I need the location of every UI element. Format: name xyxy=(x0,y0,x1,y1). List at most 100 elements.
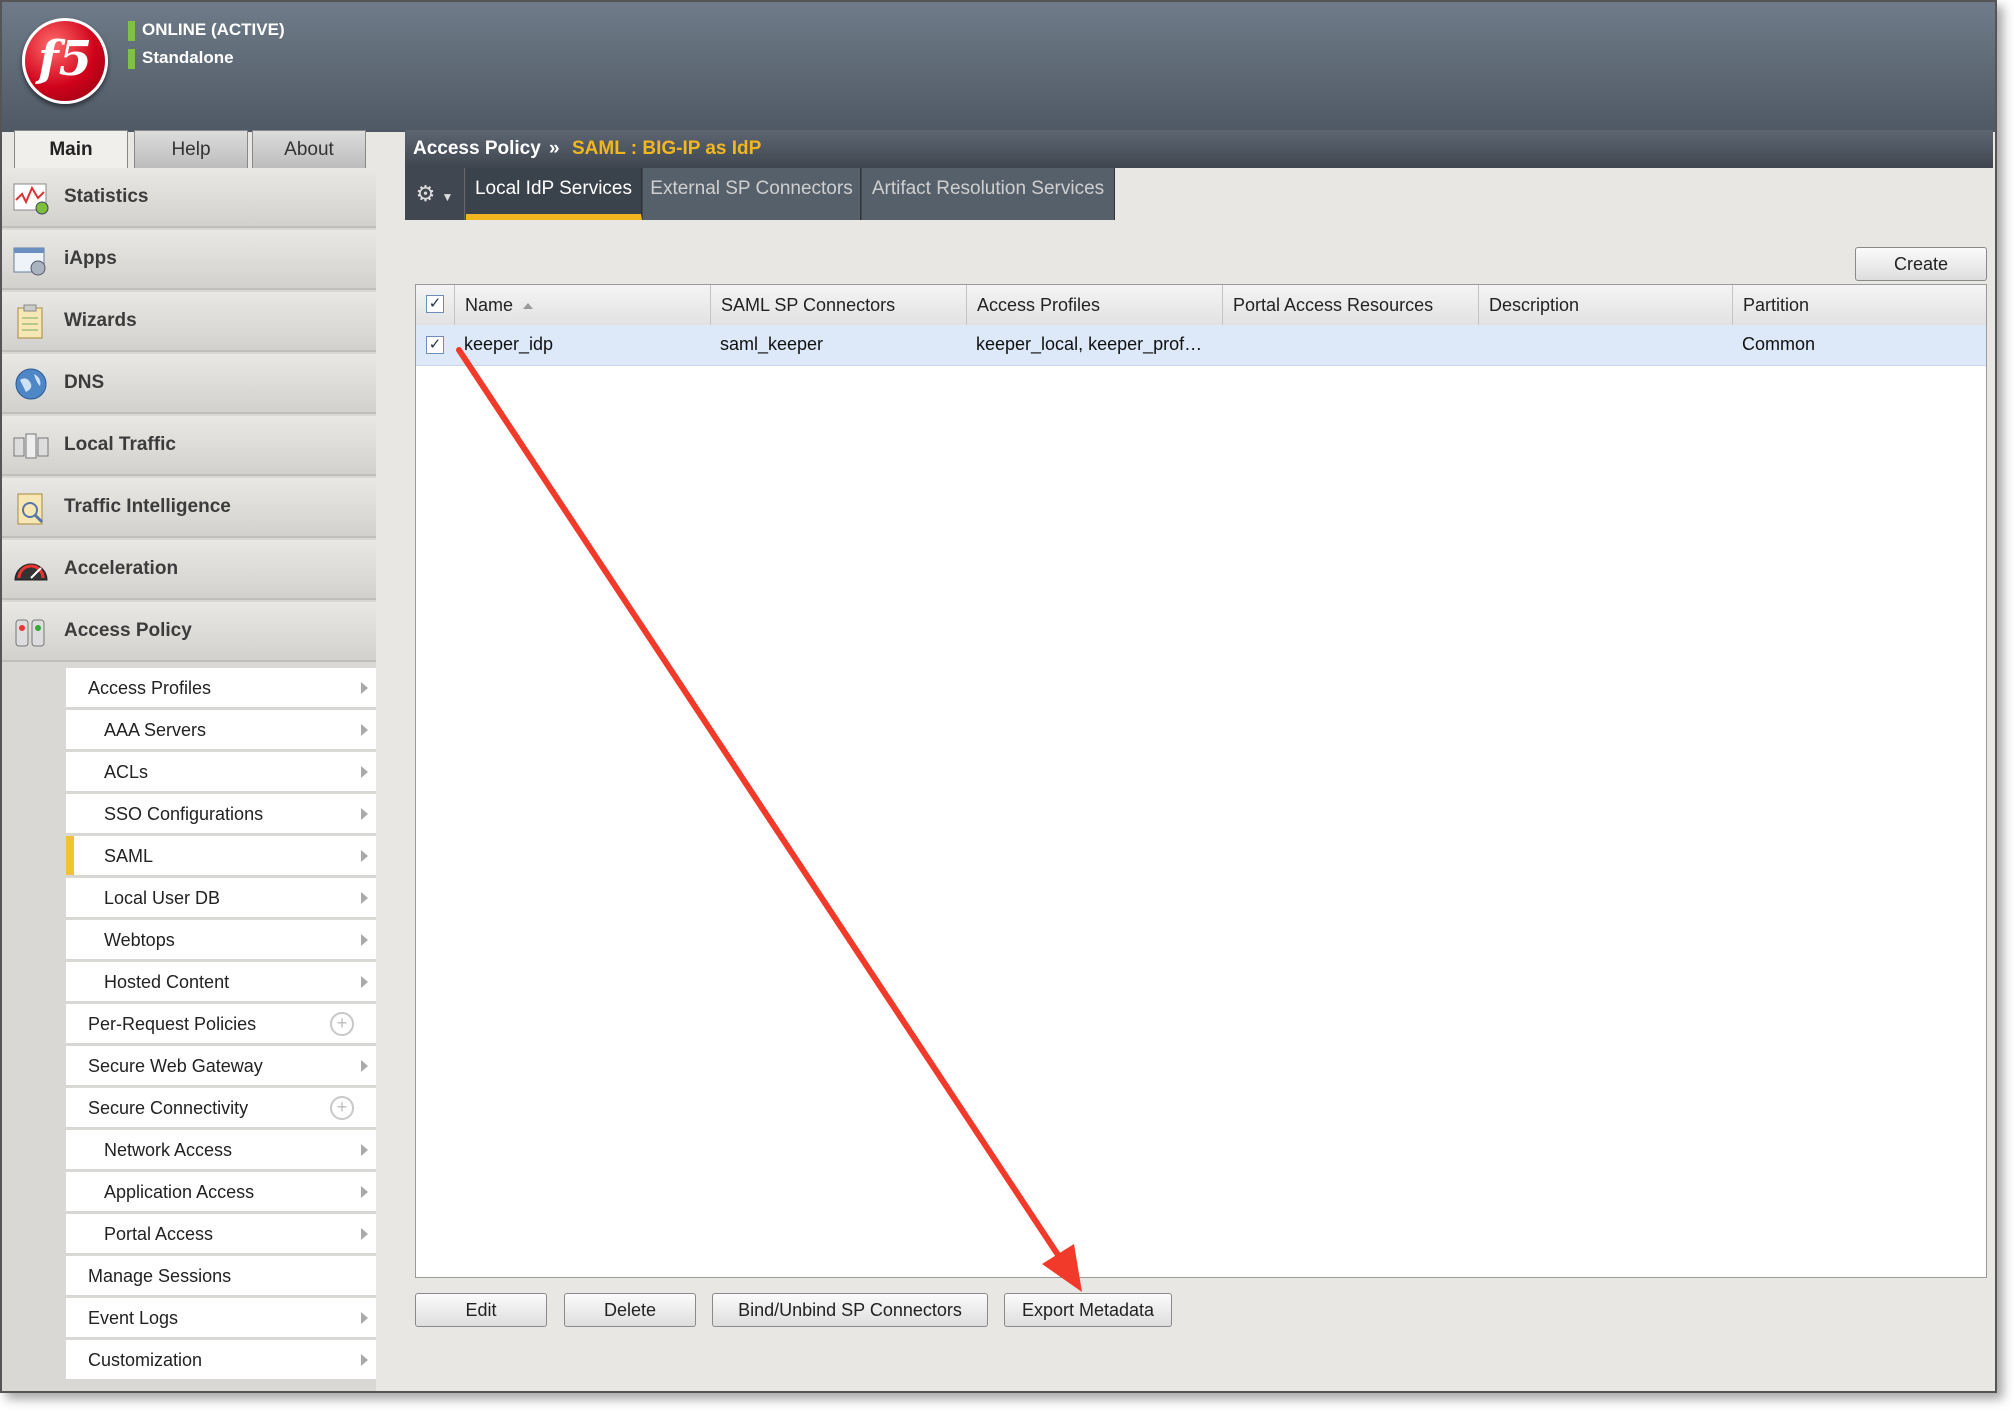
tab-local-idp-services[interactable]: Local IdP Services xyxy=(466,168,642,220)
submenu-label: Portal Access xyxy=(104,1224,214,1244)
chevron-right-icon xyxy=(361,1144,368,1156)
sidebar-label: Statistics xyxy=(64,186,149,207)
cell-partition: Common xyxy=(1742,334,1816,354)
submenu-saml[interactable]: SAML xyxy=(66,836,376,876)
column-name[interactable]: Name xyxy=(454,285,710,325)
cell-portal-access-resources xyxy=(1222,325,1476,365)
submenu-customization[interactable]: Customization xyxy=(66,1340,376,1380)
submenu-portal-access[interactable]: Portal Access xyxy=(66,1214,376,1254)
submenu-label: Application Access xyxy=(104,1182,255,1202)
create-button[interactable]: Create xyxy=(1855,247,1987,281)
sidebar-item-wizards[interactable]: Wizards xyxy=(2,292,376,352)
tab-help[interactable]: Help xyxy=(134,130,248,168)
sidebar-label: Wizards xyxy=(64,310,137,331)
bind-unbind-sp-connectors-button[interactable]: Bind/Unbind SP Connectors xyxy=(712,1293,988,1327)
submenu-label: Event Logs xyxy=(88,1308,179,1328)
delete-button[interactable]: Delete xyxy=(564,1293,696,1327)
local-traffic-icon xyxy=(13,433,49,459)
table-row[interactable]: ✓ keeper_idp saml_keeper keeper_local, k… xyxy=(416,325,1986,366)
chevron-down-icon: ▼ xyxy=(441,190,454,204)
chevron-right-icon xyxy=(361,976,368,988)
add-icon[interactable]: + xyxy=(330,1096,354,1120)
edit-button[interactable]: Edit xyxy=(415,1293,547,1327)
chevron-right-icon xyxy=(361,850,368,862)
table-header: ✓ Name SAML SP Connectors Access Profile… xyxy=(416,285,1986,326)
wizards-icon xyxy=(17,304,43,339)
submenu-webtops[interactable]: Webtops xyxy=(66,920,376,960)
breadcrumb-separator: » xyxy=(549,138,560,159)
submenu-hosted-content[interactable]: Hosted Content xyxy=(66,962,376,1002)
logo-text: f5 xyxy=(37,31,93,87)
submenu-manage-sessions[interactable]: Manage Sessions xyxy=(66,1256,376,1296)
tab-about[interactable]: About xyxy=(252,130,366,168)
sidebar-item-acceleration[interactable]: Acceleration xyxy=(2,540,376,600)
globe-icon xyxy=(15,368,47,400)
app-window: f5 ONLINE (ACTIVE) Standalone Main Help … xyxy=(0,0,1997,1393)
column-description[interactable]: Description xyxy=(1478,285,1732,325)
sidebar-item-iapps[interactable]: iApps xyxy=(2,230,376,290)
export-metadata-button[interactable]: Export Metadata xyxy=(1004,1293,1172,1327)
submenu-sso-configurations[interactable]: SSO Configurations xyxy=(66,794,376,834)
column-access-profiles[interactable]: Access Profiles xyxy=(966,285,1222,325)
column-portal-access-resources[interactable]: Portal Access Resources xyxy=(1222,285,1478,325)
submenu-label: Customization xyxy=(88,1350,203,1370)
submenu-label: Local User DB xyxy=(104,888,221,908)
column-partition[interactable]: Partition xyxy=(1732,285,1988,325)
traffic-intelligence-icon xyxy=(17,493,44,525)
submenu-label: Network Access xyxy=(104,1140,233,1160)
submenu-label: ACLs xyxy=(104,762,149,782)
breadcrumb-section[interactable]: Access Policy xyxy=(413,138,541,160)
row-checkbox[interactable]: ✓ xyxy=(426,336,444,354)
chevron-right-icon xyxy=(361,724,368,736)
submenu-network-access[interactable]: Network Access xyxy=(66,1130,376,1170)
sidebar-label: Traffic Intelligence xyxy=(64,496,231,517)
chevron-right-icon xyxy=(361,934,368,946)
breadcrumb: Access Policy » SAML : BIG-IP as IdP xyxy=(405,130,1993,168)
submenu-local-user-db[interactable]: Local User DB xyxy=(66,878,376,918)
sort-ascending-icon xyxy=(523,303,534,310)
cell-name[interactable]: keeper_idp xyxy=(454,325,708,365)
select-all-checkbox[interactable]: ✓ xyxy=(426,295,444,313)
sidebar-item-traffic-intelligence[interactable]: Traffic Intelligence xyxy=(2,478,376,538)
submenu-label: Secure Connectivity xyxy=(88,1098,249,1118)
column-saml-sp-connectors[interactable]: SAML SP Connectors xyxy=(710,285,966,325)
tab-main[interactable]: Main xyxy=(14,130,128,170)
submenu-event-logs[interactable]: Event Logs xyxy=(66,1298,376,1338)
sidebar-item-dns[interactable]: DNS xyxy=(2,354,376,414)
submenu-secure-web-gateway[interactable]: Secure Web Gateway xyxy=(66,1046,376,1086)
header-checkbox-cell: ✓ xyxy=(416,285,454,325)
submenu-acls[interactable]: ACLs xyxy=(66,752,376,792)
sidebar-item-access-policy[interactable]: Access Policy xyxy=(2,602,376,662)
sidebar-item-local-traffic[interactable]: Local Traffic xyxy=(2,416,376,476)
submenu-label: Access Profiles xyxy=(88,678,212,698)
submenu-access-profiles[interactable]: Access Profiles xyxy=(66,668,376,708)
chevron-right-icon xyxy=(361,892,368,904)
submenu-per-request-policies[interactable]: Per-Request Policies + xyxy=(66,1004,376,1044)
submenu-application-access[interactable]: Application Access xyxy=(66,1172,376,1212)
page-title: SAML : BIG-IP as IdP xyxy=(572,138,762,159)
idp-services-table: ✓ Name SAML SP Connectors Access Profile… xyxy=(415,284,1987,1278)
sidebar-label: Access Policy xyxy=(64,620,192,641)
sidebar-item-statistics[interactable]: Statistics xyxy=(2,168,376,228)
status-standalone: Standalone xyxy=(128,48,234,69)
sidebar-label: DNS xyxy=(64,372,105,393)
header-bar: f5 ONLINE (ACTIVE) Standalone xyxy=(2,2,1995,132)
chevron-right-icon xyxy=(361,1354,368,1366)
add-icon[interactable]: + xyxy=(330,1012,354,1036)
statistics-icon xyxy=(13,183,49,215)
column-label: Name xyxy=(465,295,514,315)
access-policy-icon xyxy=(15,619,45,647)
submenu-label: Webtops xyxy=(104,930,175,950)
submenu-label: Secure Web Gateway xyxy=(88,1056,263,1076)
sidebar-label: Acceleration xyxy=(64,558,179,579)
chevron-right-icon xyxy=(361,1060,368,1072)
cell-description xyxy=(1478,325,1732,365)
submenu-label: SAML xyxy=(104,846,154,866)
gear-icon[interactable]: ⚙ ▼ xyxy=(405,168,465,220)
tab-external-sp-connectors[interactable]: External SP Connectors xyxy=(643,168,861,220)
submenu-aaa-servers[interactable]: AAA Servers xyxy=(66,710,376,750)
submenu-secure-connectivity[interactable]: Secure Connectivity + xyxy=(66,1088,376,1128)
tab-artifact-resolution-services[interactable]: Artifact Resolution Services xyxy=(862,168,1115,220)
chevron-right-icon xyxy=(361,682,368,694)
f5-logo[interactable]: f5 xyxy=(22,18,108,104)
